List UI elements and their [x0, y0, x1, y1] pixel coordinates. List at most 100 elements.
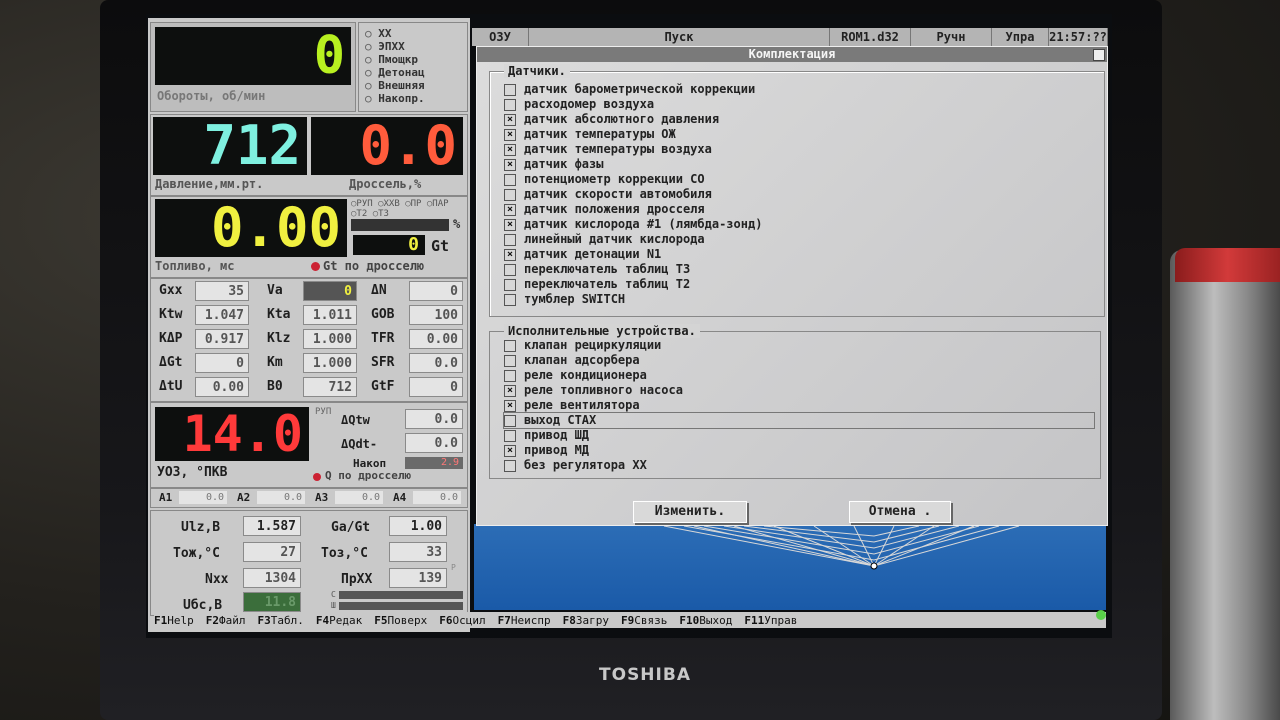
- sensor-item[interactable]: × датчик температуры ОЖ: [504, 127, 762, 142]
- sensor-checkbox[interactable]: ×: [504, 218, 516, 231]
- radio-dot-q[interactable]: [313, 473, 321, 481]
- radio-dot[interactable]: [311, 262, 320, 271]
- sensors-title: Датчики.: [504, 64, 570, 78]
- actuator-item[interactable]: без регулятора ХХ: [504, 458, 1094, 473]
- fkey-f5[interactable]: F5Поверх: [374, 614, 427, 627]
- param-label-tfr: TFR: [371, 331, 395, 346]
- config-dialog: Комплектация Датчики. датчик барометриче…: [476, 46, 1108, 526]
- top-bar-item[interactable]: ROM1.d32: [830, 28, 911, 46]
- throttle-label: Дроссель,%: [349, 177, 422, 191]
- fkey-f7[interactable]: F7Неиспр: [498, 614, 551, 627]
- actuator-checkbox[interactable]: [504, 339, 516, 352]
- sensor-checkbox[interactable]: [504, 98, 516, 111]
- fkey-f6[interactable]: F6Осцил: [439, 614, 485, 627]
- sensor-checkbox[interactable]: [504, 293, 516, 306]
- sensors-group: Датчики. датчик барометрической коррекци…: [489, 64, 1105, 317]
- sensor-checkbox[interactable]: ×: [504, 128, 516, 141]
- param-value-tfr: 0.00: [409, 329, 463, 349]
- actuator-item[interactable]: клапан рециркуляции: [504, 338, 1094, 353]
- sensor-checkbox[interactable]: [504, 263, 516, 276]
- sensor-item[interactable]: переключатель таблиц Т2: [504, 277, 762, 292]
- fkey-label: Редак: [329, 613, 363, 627]
- actuator-label: выход СТАХ: [524, 413, 597, 427]
- actuator-checkbox[interactable]: [504, 459, 516, 472]
- param-label-sfr: SFR: [371, 355, 395, 370]
- sensor-item[interactable]: линейный датчик кислорода: [504, 232, 762, 247]
- sensor-item[interactable]: потенциометр коррекции СО: [504, 172, 762, 187]
- sensor-item[interactable]: × датчик кислорода #1 (лямбда-зонд): [504, 217, 762, 232]
- sensor-item[interactable]: × датчик положения дросселя: [504, 202, 762, 217]
- actuator-item[interactable]: привод ШД: [504, 428, 1094, 443]
- sensor-item[interactable]: тумблер SWITCH: [504, 292, 762, 307]
- actuator-item[interactable]: × реле топливного насоса: [504, 383, 1094, 398]
- sensor-checkbox[interactable]: ×: [504, 143, 516, 156]
- sensor-checkbox[interactable]: [504, 233, 516, 246]
- analog-value-a1: 0.0: [179, 491, 227, 504]
- fkey-f2[interactable]: F2Файл: [206, 614, 246, 627]
- sensor-label: датчик температуры воздуха: [524, 142, 712, 156]
- dialog-close-icon[interactable]: [1093, 49, 1105, 61]
- cancel-button[interactable]: Отмена .: [849, 501, 951, 523]
- fkey-f8[interactable]: F8Загру: [563, 614, 609, 627]
- sensor-checkbox[interactable]: [504, 188, 516, 201]
- actuator-item[interactable]: клапан адсорбера: [504, 353, 1094, 368]
- sensor-item[interactable]: × датчик детонации N1: [504, 247, 762, 262]
- actuator-checkbox[interactable]: [504, 354, 516, 367]
- rpm-value: 0: [155, 27, 351, 85]
- param-label-dgt: ΔGt: [159, 355, 183, 370]
- actuator-checkbox[interactable]: [504, 429, 516, 442]
- fkey-f11[interactable]: F11Управ: [744, 614, 797, 627]
- top-bar-item[interactable]: Упра: [992, 28, 1049, 46]
- dqdt-value: 0.0: [405, 433, 463, 453]
- sensor-checkbox[interactable]: [504, 278, 516, 291]
- fkey-f9[interactable]: F9Связь: [621, 614, 667, 627]
- sensor-item[interactable]: расходомер воздуха: [504, 97, 762, 112]
- actuator-item[interactable]: × привод МД: [504, 443, 1094, 458]
- actuator-item[interactable]: выход СТАХ: [503, 412, 1095, 429]
- sensor-item[interactable]: × датчик абсолютного давления: [504, 112, 762, 127]
- sensor-item[interactable]: переключатель таблиц Т3: [504, 262, 762, 277]
- q-by-throttle-label: Q по дросселю: [325, 469, 412, 482]
- sensor-checkbox[interactable]: [504, 83, 516, 96]
- status-flag-label: ХХ: [378, 27, 392, 40]
- fkey-f10[interactable]: F10Выход: [679, 614, 732, 627]
- actuator-checkbox[interactable]: ×: [504, 444, 516, 457]
- sensor-item[interactable]: датчик скорости автомобиля: [504, 187, 762, 202]
- fkey-key: F11: [744, 613, 765, 627]
- sensor-checkbox[interactable]: ×: [504, 248, 516, 261]
- sensor-checkbox[interactable]: [504, 173, 516, 186]
- nxx-value: 1304: [243, 568, 301, 588]
- fkey-f3[interactable]: F3Табл.: [258, 614, 304, 627]
- sensor-item[interactable]: датчик барометрической коррекции: [504, 82, 762, 97]
- apply-button[interactable]: Изменить.: [633, 501, 747, 523]
- uoz-label: УОЗ, °ПКВ: [157, 465, 228, 480]
- top-bar-item[interactable]: 21:57:??: [1049, 28, 1108, 46]
- status-led-icon: ○: [365, 92, 379, 105]
- sensor-checkbox[interactable]: ×: [504, 158, 516, 171]
- top-bar-item[interactable]: ОЗУ: [472, 28, 529, 46]
- sensor-item[interactable]: × датчик фазы: [504, 157, 762, 172]
- tozh-value: 27: [243, 542, 301, 562]
- actuator-item[interactable]: × реле вентилятора: [504, 398, 1094, 413]
- fkey-f1[interactable]: F1Help: [154, 614, 194, 627]
- fkey-label: Неиспр: [510, 613, 551, 627]
- top-bar-item[interactable]: Ручн: [911, 28, 992, 46]
- sensor-item[interactable]: × датчик температуры воздуха: [504, 142, 762, 157]
- fkey-f4[interactable]: F4Редак: [316, 614, 362, 627]
- actuator-label: клапан адсорбера: [524, 353, 640, 367]
- actuator-checkbox[interactable]: ×: [504, 399, 516, 412]
- actuator-checkbox[interactable]: [504, 369, 516, 382]
- actuator-item[interactable]: реле кондиционера: [504, 368, 1094, 383]
- brand-logo: TOSHIBA: [599, 665, 691, 685]
- actuator-checkbox[interactable]: [504, 414, 516, 427]
- sensor-checkbox[interactable]: ×: [504, 113, 516, 126]
- throttle-value: 0.0: [311, 117, 463, 175]
- dialog-title: Комплектация: [477, 47, 1107, 62]
- actuator-label: реле вентилятора: [524, 398, 640, 412]
- gt-by-throttle-label: Gt по дросселю: [323, 259, 425, 273]
- top-bar-item[interactable]: Пуск: [529, 28, 830, 46]
- sensor-checkbox[interactable]: ×: [504, 203, 516, 216]
- actuator-checkbox[interactable]: ×: [504, 384, 516, 397]
- sensor-label: датчик фазы: [524, 157, 604, 171]
- bar-w: [339, 602, 463, 610]
